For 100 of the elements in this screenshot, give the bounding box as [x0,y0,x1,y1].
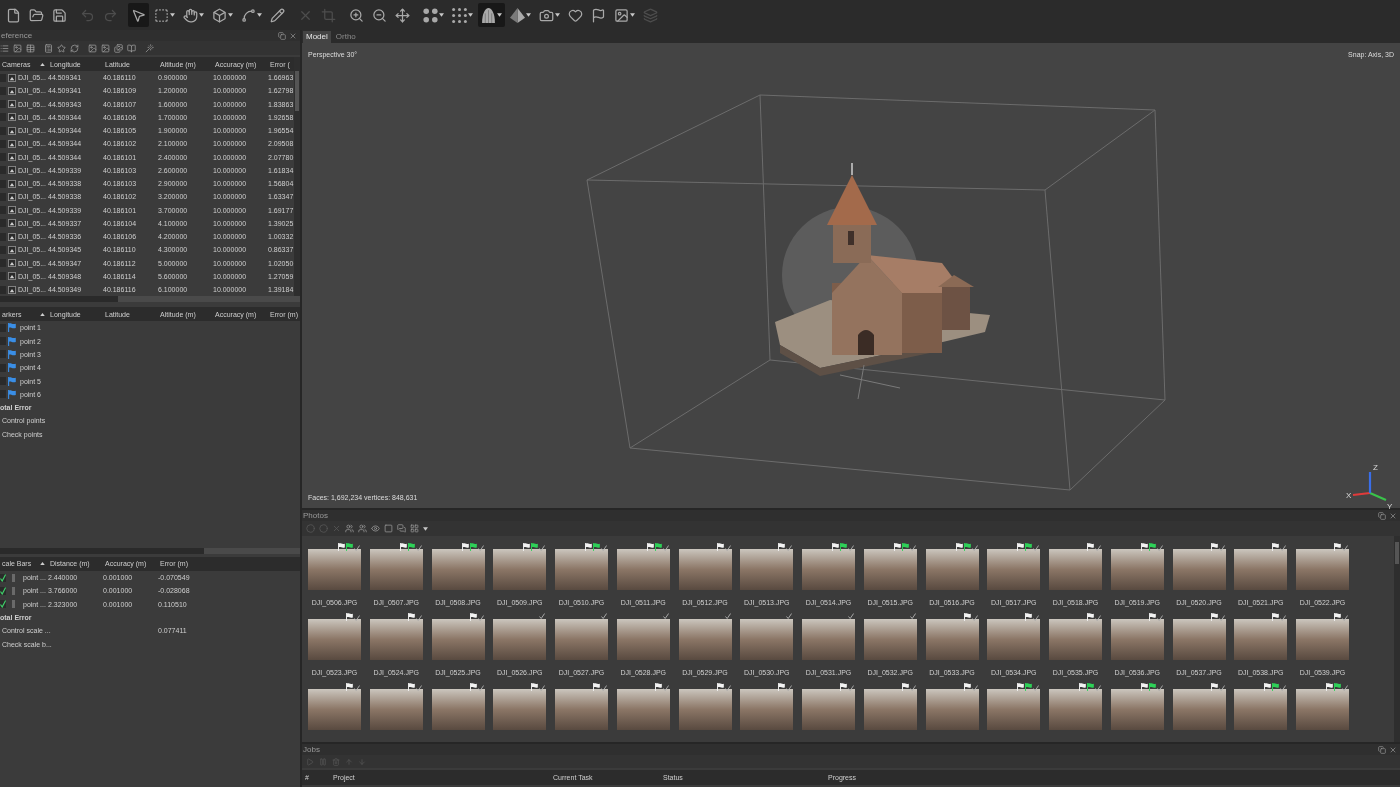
dot-grid-icon [452,7,467,23]
photo-placeholder[interactable] [925,689,979,730]
panel-title: Jobs [303,745,320,754]
photo-placeholder[interactable] [863,619,917,660]
sort-arrow-icon[interactable] [40,312,45,316]
camera-icon [539,7,554,23]
chat-icon[interactable] [397,524,406,533]
scrollbar-thumb[interactable] [0,547,204,554]
photo-placeholder[interactable] [678,549,732,590]
photo-placeholder[interactable] [369,689,423,730]
photo-placeholder[interactable] [1110,689,1164,730]
photo-placeholder[interactable] [863,689,917,730]
close-icon[interactable] [1389,745,1397,754]
photo-placeholder[interactable] [616,549,670,590]
photo-placeholder[interactable] [1049,689,1102,730]
photo-placeholder[interactable] [678,619,732,660]
photo-placeholder[interactable] [1234,619,1288,660]
four-dots-icon [423,7,438,23]
photo-placeholder[interactable] [431,549,485,590]
image-icon [8,192,16,201]
photo-placeholder[interactable] [802,619,855,660]
photo-placeholder[interactable] [369,549,423,590]
scrollbar-thumb[interactable] [0,296,118,303]
photo-placeholder[interactable] [740,549,794,590]
photo-placeholder[interactable] [740,689,794,730]
photo-placeholder[interactable] [1049,619,1102,660]
photo-placeholder[interactable] [555,549,608,590]
photo-placeholder[interactable] [1110,549,1164,590]
photo-placeholder[interactable] [1296,689,1349,730]
photo-placeholder[interactable] [987,549,1041,590]
eye-icon[interactable] [371,524,380,533]
checkbox[interactable] [0,600,6,609]
photo-placeholder[interactable] [431,689,485,730]
photo-placeholder[interactable] [1049,549,1102,590]
photo-placeholder[interactable] [802,689,855,730]
photo-placeholder[interactable] [1234,549,1288,590]
caret-icon [199,13,204,17]
close-icon[interactable] [1389,511,1397,520]
sort-arrow-icon[interactable] [40,62,45,66]
photo-placeholder[interactable] [987,689,1041,730]
photo-placeholder[interactable] [863,549,917,590]
photo-placeholder[interactable] [925,549,979,590]
photo-placeholder[interactable] [308,619,361,660]
close-icon[interactable] [289,31,297,40]
photo-placeholder[interactable] [493,689,547,730]
photo-placeholder[interactable] [1110,619,1164,660]
photo-placeholder[interactable] [616,619,670,660]
users-icon[interactable] [345,524,354,533]
checkbox[interactable] [0,586,6,595]
square-icon[interactable] [384,524,393,533]
photo-placeholder[interactable] [740,619,794,660]
caret-icon [468,13,473,17]
photo-placeholder[interactable] [1172,689,1226,730]
photo-placeholder[interactable] [616,689,670,730]
scrollbar[interactable] [0,296,300,303]
photo-placeholder[interactable] [925,619,979,660]
shaded-model-button[interactable] [478,3,505,27]
photo-placeholder[interactable] [1172,619,1226,660]
layers-icon [643,7,658,23]
photo-placeholder[interactable] [987,619,1041,660]
photo-placeholder[interactable] [555,619,608,660]
photo-placeholder[interactable] [1296,619,1349,660]
users-icon[interactable] [358,524,367,533]
star-icon[interactable] [57,43,66,53]
image-icon[interactable] [101,43,110,53]
list-icon[interactable] [0,43,9,53]
sort-arrow-icon[interactable] [40,562,45,566]
photo-placeholder[interactable] [493,549,547,590]
refresh-icon[interactable] [70,43,79,53]
photo-placeholder[interactable] [1172,549,1226,590]
photo-placeholder[interactable] [1234,689,1288,730]
image-icon[interactable] [13,43,22,53]
flag-icon [8,376,16,386]
photo-placeholder[interactable] [308,689,361,730]
table-icon[interactable] [26,43,35,53]
restore-icon[interactable] [1378,745,1386,754]
grid-icon[interactable] [410,524,419,533]
photo-placeholder[interactable] [555,689,608,730]
checkbox[interactable] [0,573,6,582]
calculator-icon[interactable] [44,43,53,53]
photo-placeholder[interactable] [802,549,855,590]
images-icon[interactable] [114,43,123,53]
photo-placeholder[interactable] [678,689,732,730]
photo-placeholder[interactable] [308,549,361,590]
photo-placeholder[interactable] [493,619,547,660]
photo-placeholder[interactable] [1296,549,1349,590]
scrollbar[interactable] [294,57,300,297]
pointer-button[interactable] [128,3,149,27]
scrollbar[interactable] [0,547,300,554]
restore-icon[interactable] [1378,511,1386,520]
photo-placeholder[interactable] [431,619,485,660]
image-icon[interactable] [88,43,97,53]
view-tab[interactable]: Model [303,31,331,43]
image-icon [8,139,16,148]
wand-icon[interactable] [145,43,154,53]
view-tab[interactable]: Ortho [332,31,359,43]
book-icon[interactable] [127,43,136,53]
photo-placeholder[interactable] [369,619,423,660]
restore-icon[interactable] [278,31,286,40]
scrollbar[interactable] [1394,536,1400,742]
